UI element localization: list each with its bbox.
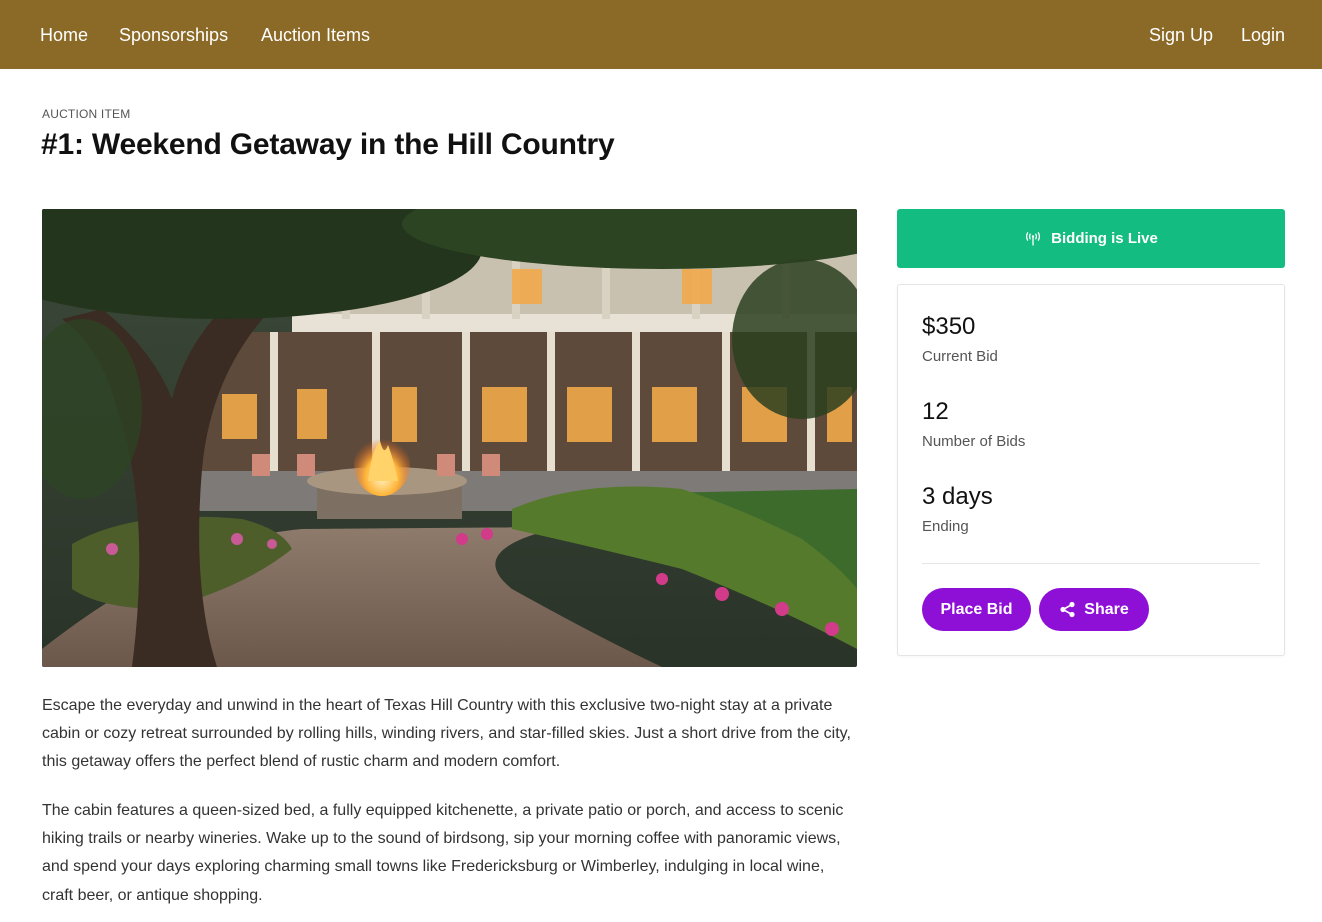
bidding-status-banner: Bidding is Live xyxy=(897,209,1285,268)
broadcast-icon xyxy=(1024,231,1042,246)
ending-value: 3 days xyxy=(922,483,993,510)
bid-count-value: 12 xyxy=(922,398,949,425)
nav-login-link[interactable]: Login xyxy=(1241,23,1285,47)
bid-count-label: Number of Bids xyxy=(922,433,1026,450)
item-photo xyxy=(42,209,857,667)
nav-sign-up-link[interactable]: Sign Up xyxy=(1149,23,1213,47)
top-navigation: Home Sponsorships Auction Items Sign Up … xyxy=(0,0,1322,69)
nav-sponsorships-link[interactable]: Sponsorships xyxy=(119,23,228,47)
bidding-status-label: Bidding is Live xyxy=(1051,230,1158,247)
current-bid-value: $350 xyxy=(922,313,976,340)
nav-home-link[interactable]: Home xyxy=(40,23,88,47)
card-divider xyxy=(922,563,1260,564)
share-button-label: Share xyxy=(1084,600,1129,618)
bid-summary-card: $350 Current Bid 12 Number of Bids 3 day… xyxy=(897,284,1285,656)
place-bid-button[interactable]: Place Bid xyxy=(922,588,1031,631)
current-bid-label: Current Bid xyxy=(922,348,998,365)
item-eyebrow: AUCTION ITEM xyxy=(42,107,131,121)
page-title: #1: Weekend Getaway in the Hill Country xyxy=(41,128,615,161)
description-paragraph-1: Escape the everyday and unwind in the he… xyxy=(42,697,851,771)
share-button[interactable]: Share xyxy=(1039,588,1149,631)
description-paragraph-2: The cabin features a queen-sized bed, a … xyxy=(42,802,844,904)
share-icon xyxy=(1059,601,1076,618)
nav-auction-items-link[interactable]: Auction Items xyxy=(261,23,370,47)
ending-label: Ending xyxy=(922,518,969,535)
